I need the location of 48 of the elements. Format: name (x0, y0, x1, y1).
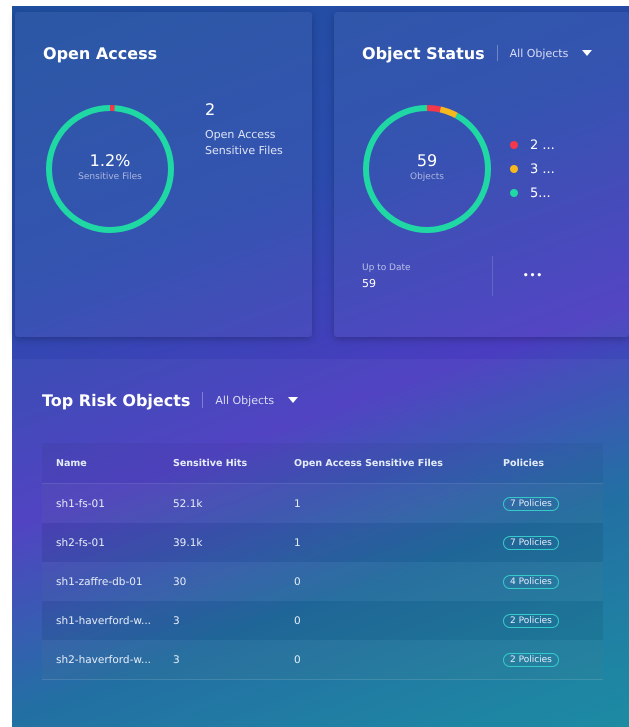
table-cell-text: 0 (294, 654, 302, 666)
column-header: Sensitive Hits (173, 458, 248, 468)
card-title: Top Risk Objects (42, 390, 190, 410)
table-cell-text: 1 (294, 536, 302, 548)
caret-icon[interactable] (288, 397, 298, 403)
table-row[interactable]: sh1-haverford-w... 3 0 2 Policies (42, 601, 603, 640)
filter-dropdown[interactable]: All Objects (215, 394, 274, 406)
count-value: 2 (205, 100, 216, 119)
center-value: 1.2% (90, 151, 130, 170)
stat-value: 59 (362, 276, 377, 290)
stat-label: Up to Date (362, 262, 412, 272)
center-label: Sensitive Files (78, 172, 142, 182)
table-cell-text: 30 (173, 576, 188, 588)
filter-dropdown[interactable]: All Objects (510, 46, 568, 60)
table-cell-text: 39.1k (173, 536, 204, 548)
legend-label: 3 ... (530, 162, 555, 176)
table-cell-text: sh1-haverford-w... (56, 614, 152, 626)
column-header: Name (56, 458, 88, 468)
table-row[interactable]: sh2-haverford-w... 3 0 2 Policies (42, 640, 603, 680)
table-cell-text: 52.1k (173, 498, 204, 510)
policies-badge[interactable]: 2 Policies (503, 652, 559, 666)
table-cell-text: 3 (173, 654, 181, 666)
table-cell-text: 3 (173, 614, 181, 626)
more-button[interactable]: ••• (522, 271, 544, 281)
caret-icon[interactable] (582, 50, 592, 56)
table-cell-text: sh1-zaffre-db-01 (56, 576, 144, 588)
legend-label: 2 ... (530, 138, 555, 152)
card-title: Open Access (43, 44, 158, 62)
table-row[interactable]: sh1-fs-01 52.1k 1 7 Policies (42, 484, 603, 523)
table-cell-text: sh2-haverford-w... (56, 654, 152, 666)
policies-badge[interactable]: 7 Policies (503, 496, 559, 510)
table-cell-text: sh2-fs-01 (56, 536, 106, 548)
card-title: Object Status (362, 44, 485, 62)
column-header: Policies (503, 458, 544, 468)
policies-badge[interactable]: 7 Policies (503, 536, 559, 550)
center-value: 59 (416, 151, 438, 170)
table-cell-text: 1 (294, 498, 302, 510)
column-header: Open Access Sensitive Files (294, 458, 444, 468)
table-cell-text: 0 (294, 576, 302, 588)
legend-label: 5... (530, 186, 551, 200)
policies-badge[interactable]: 4 Policies (503, 574, 559, 588)
table-cell-text: sh1-fs-01 (56, 498, 106, 510)
policies-badge[interactable]: 2 Policies (503, 614, 559, 628)
count-label: Open Access Sensitive Files (205, 127, 284, 159)
table-row[interactable]: sh2-fs-01 39.1k 1 7 Policies (42, 523, 603, 562)
table-row[interactable]: sh1-zaffre-db-01 30 0 4 Policies (42, 562, 603, 601)
table-cell-text: 0 (294, 614, 302, 626)
center-label: Objects (410, 172, 444, 182)
